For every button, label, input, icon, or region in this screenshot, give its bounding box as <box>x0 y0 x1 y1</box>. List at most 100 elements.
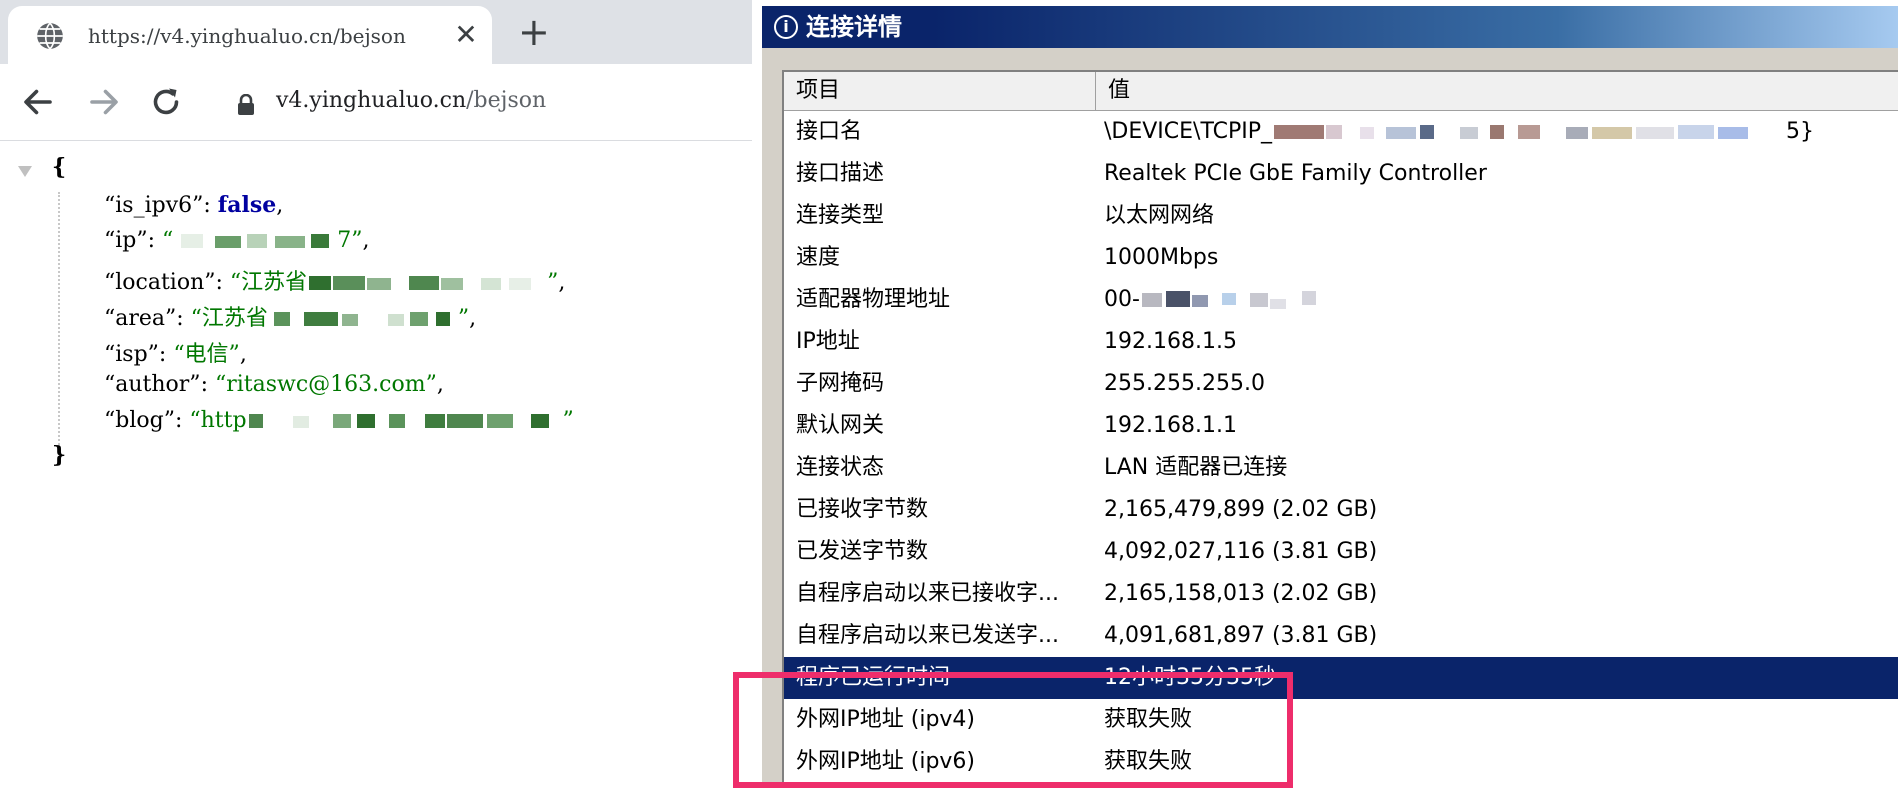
json-value-start: “ <box>162 228 174 253</box>
list-row-bytes-sent[interactable]: 已发送字节数 4,092,027,116 (3.81 GB) <box>784 531 1898 573</box>
json-line-author: “author”: “ritaswc@163.com”, <box>104 372 444 397</box>
redacted-mosaic <box>181 234 330 248</box>
json-value: “ritaswc@163.com” <box>214 372 437 397</box>
json-value-start: “http <box>189 408 247 433</box>
row-value: 4,092,027,116 (3.81 GB) <box>1104 539 1378 564</box>
json-sep: : <box>158 342 174 367</box>
row-value-tail: 5} <box>1786 119 1814 144</box>
url-host: v4.yinghualuo.cn <box>276 88 467 113</box>
tab-title: https://v4.yinghualuo.cn/bejson <box>88 24 406 48</box>
address-bar[interactable]: v4.yinghualuo.cn/bejson <box>276 88 546 113</box>
list-row-received-since-start[interactable]: 自程序启动以来已接收字... 2,165,158,013 (2.02 GB) <box>784 573 1898 615</box>
row-value-text: 00- <box>1104 287 1140 312</box>
listview-header: 项目 值 <box>784 72 1898 111</box>
list-row-speed[interactable]: 速度 1000Mbps <box>784 237 1898 279</box>
list-row-connection-type[interactable]: 连接类型 以太网网络 <box>784 195 1898 237</box>
json-tail: , <box>558 270 566 295</box>
list-row-connection-status[interactable]: 连接状态 LAN 适配器已连接 <box>784 447 1898 489</box>
json-value-start: “江苏省 <box>229 270 308 295</box>
column-header-value[interactable]: 值 <box>1096 72 1898 110</box>
connection-details-dialog: i 连接详情 项目 值 接口名 \DEVICE\TCPIP_ 5} 接口描述 Re… <box>752 0 1898 788</box>
list-row-default-gateway[interactable]: 默认网关 192.168.1.1 <box>784 405 1898 447</box>
redacted-mosaic <box>1141 291 1316 309</box>
new-tab-button[interactable]: + <box>518 12 550 52</box>
list-row-sent-since-start[interactable]: 自程序启动以来已发送字... 4,091,681,897 (3.81 GB) <box>784 615 1898 657</box>
row-item: 连接状态 <box>796 455 885 480</box>
json-line-area: “area”: “江苏省 ”, <box>104 300 476 332</box>
row-value: 以太网网络 <box>1104 203 1215 228</box>
info-icon: i <box>774 15 798 39</box>
json-value-end: ” <box>457 306 470 331</box>
json-sep: : <box>176 306 191 331</box>
arrow-left-icon[interactable] <box>20 84 56 120</box>
json-line-blog: “blog”: “http ” <box>104 408 574 433</box>
url-path: /bejson <box>466 88 547 113</box>
row-value: 192.168.1.5 <box>1104 329 1237 354</box>
row-item: 已接收字节数 <box>796 497 929 522</box>
arrow-right-icon[interactable] <box>86 84 122 120</box>
dialog-titlebar[interactable]: i 连接详情 <box>762 6 1898 48</box>
browser-window: https://v4.yinghualuo.cn/bejson ✕ + v4.y… <box>0 0 752 788</box>
json-line-isp: “isp”: “电信”, <box>104 336 247 368</box>
json-sep: : <box>203 193 218 218</box>
browser-toolbar: v4.yinghualuo.cn/bejson <box>0 64 752 141</box>
row-item: 速度 <box>796 245 841 270</box>
row-item: 子网掩码 <box>796 371 885 396</box>
json-tail: , <box>469 306 477 331</box>
row-value-text: \DEVICE\TCPIP_ <box>1104 119 1272 144</box>
json-line-location: “location”: “江苏省 ”, <box>104 264 565 296</box>
row-item: IP地址 <box>796 329 860 354</box>
json-tail: , <box>239 342 247 367</box>
row-value: 2,165,479,899 (2.02 GB) <box>1104 497 1378 522</box>
reload-icon[interactable] <box>148 84 184 120</box>
list-row-interface-name[interactable]: 接口名 \DEVICE\TCPIP_ 5} <box>784 111 1898 153</box>
redacted-mosaic <box>1274 125 1748 139</box>
row-item: 自程序启动以来已发送字... <box>796 623 1059 648</box>
row-item: 自程序启动以来已接收字... <box>796 581 1059 606</box>
list-row-mac-address[interactable]: 适配器物理地址 00- <box>784 279 1898 321</box>
browser-tab[interactable]: https://v4.yinghualuo.cn/bejson ✕ <box>8 6 492 64</box>
row-value: LAN 适配器已连接 <box>1104 455 1288 480</box>
row-value: 4,091,681,897 (3.81 GB) <box>1104 623 1378 648</box>
row-item: 已发送字节数 <box>796 539 929 564</box>
json-tail: , <box>362 228 370 253</box>
collapse-triangle-icon[interactable] <box>18 166 32 177</box>
list-row-ip-address[interactable]: IP地址 192.168.1.5 <box>784 321 1898 363</box>
json-key: “is_ipv6” <box>104 193 204 218</box>
row-value: Realtek PCIe GbE Family Controller <box>1104 161 1487 186</box>
annotation-highlight-box <box>733 672 1293 788</box>
json-tail: , <box>436 372 444 397</box>
row-item: 适配器物理地址 <box>796 287 951 312</box>
json-value: false <box>217 192 277 218</box>
json-value-end: ” <box>547 270 559 295</box>
row-item: 连接类型 <box>796 203 885 228</box>
row-value: \DEVICE\TCPIP_ 5} <box>1104 111 1814 153</box>
column-header-item[interactable]: 项目 <box>784 72 1096 110</box>
list-row-subnet-mask[interactable]: 子网掩码 255.255.255.0 <box>784 363 1898 405</box>
dialog-title: 连接详情 <box>806 13 902 41</box>
list-row-interface-desc[interactable]: 接口描述 Realtek PCIe GbE Family Controller <box>784 153 1898 195</box>
row-item: 接口描述 <box>796 161 885 186</box>
indent-guide <box>58 192 60 452</box>
json-value-end: 7” <box>337 228 363 253</box>
list-row-bytes-received[interactable]: 已接收字节数 2,165,479,899 (2.02 GB) <box>784 489 1898 531</box>
json-line-is-ipv6: “is_ipv6”: false, <box>104 192 283 218</box>
json-key: “author” <box>104 372 201 397</box>
json-sep: : <box>215 270 230 295</box>
json-open-brace: { <box>52 154 67 180</box>
json-value-end: ” <box>562 408 574 433</box>
tab-strip: https://v4.yinghualuo.cn/bejson ✕ + <box>0 0 752 64</box>
row-value: 255.255.255.0 <box>1104 371 1265 396</box>
redacted-mosaic <box>248 414 549 428</box>
json-value-start: “江苏省 <box>190 306 268 331</box>
globe-icon <box>37 22 63 50</box>
redacted-mosaic <box>273 312 450 326</box>
redacted-mosaic <box>309 276 532 290</box>
close-tab-icon[interactable]: ✕ <box>452 20 480 50</box>
lock-icon[interactable] <box>236 94 256 116</box>
json-sep: : <box>200 372 215 397</box>
row-value: 00- <box>1104 279 1334 321</box>
json-sep: : <box>174 408 190 433</box>
json-tail: , <box>276 193 284 218</box>
row-value: 1000Mbps <box>1104 245 1219 270</box>
